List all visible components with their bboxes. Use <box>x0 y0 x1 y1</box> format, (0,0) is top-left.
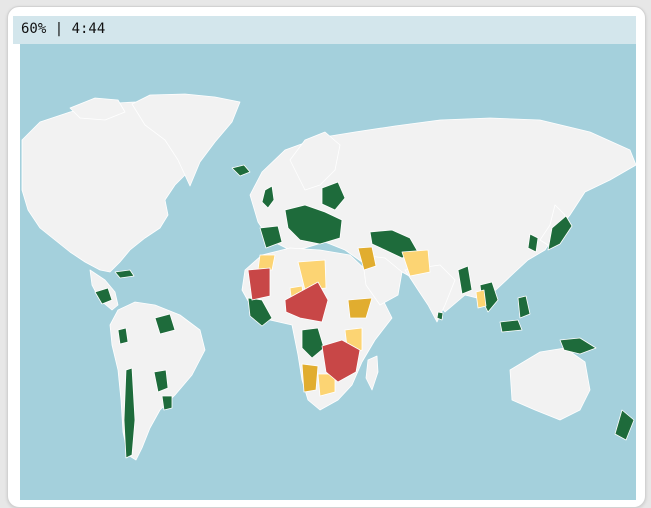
world-map-svg[interactable] <box>20 44 636 500</box>
region-indonesia[interactable] <box>499 319 523 333</box>
quiz-status-bar: 60% | 4:44 <box>13 16 636 44</box>
region-western-sahara[interactable] <box>257 254 276 271</box>
region-namibia[interactable] <box>301 363 319 393</box>
region-uruguay[interactable] <box>161 395 173 411</box>
region-mauritania-mali[interactable] <box>247 267 271 301</box>
score-timer-text: 60% | 4:44 <box>21 21 106 37</box>
region-thailand[interactable] <box>475 289 487 309</box>
world-map[interactable] <box>20 44 636 500</box>
region-ecuador[interactable] <box>117 327 129 345</box>
